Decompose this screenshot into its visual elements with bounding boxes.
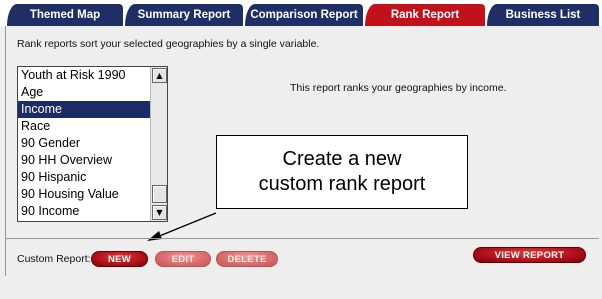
listbox-scrollbar[interactable]: ▲ ▼	[150, 67, 167, 221]
variable-list: Youth at Risk 1990 Age Income Race 90 Ge…	[18, 67, 151, 220]
list-item[interactable]: Age	[18, 84, 151, 101]
callout-box: Create a new custom rank report	[216, 135, 468, 209]
tab-comparison-report[interactable]: Comparison Report	[245, 4, 363, 26]
tab-summary-report[interactable]: Summary Report	[125, 4, 243, 26]
scroll-down-arrow-icon[interactable]: ▼	[152, 205, 167, 220]
custom-report-label: Custom Report:	[17, 253, 91, 265]
list-item[interactable]: 90 Gender	[18, 135, 151, 152]
list-item[interactable]: Race	[18, 118, 151, 135]
scroll-up-arrow-icon[interactable]: ▲	[152, 68, 167, 83]
tab-bar: Themed Map Summary Report Comparison Rep…	[0, 0, 602, 26]
report-description: This report ranks your geographies by in…	[290, 82, 507, 94]
delete-button[interactable]: DELETE	[216, 251, 278, 267]
list-item[interactable]: 90 Housing Value	[18, 186, 151, 203]
callout-line-1: Create a new	[282, 148, 402, 170]
list-item[interactable]: Youth at Risk 1990	[18, 67, 151, 84]
intro-text: Rank reports sort your selected geograph…	[17, 38, 320, 50]
tab-business-list[interactable]: Business List	[487, 4, 599, 26]
callout-line-2: custom rank report	[258, 173, 426, 195]
edit-button[interactable]: EDIT	[155, 251, 211, 267]
tab-themed-map[interactable]: Themed Map	[7, 4, 123, 26]
list-item[interactable]: 90 Hispanic	[18, 169, 151, 186]
list-item[interactable]: 90 HH Overview	[18, 152, 151, 169]
scroll-thumb[interactable]	[152, 185, 167, 203]
new-button[interactable]: NEW	[91, 251, 148, 267]
list-item[interactable]: 90 Income	[18, 203, 151, 220]
tab-rank-report[interactable]: Rank Report	[365, 4, 485, 26]
view-report-button[interactable]: VIEW REPORT	[473, 247, 586, 263]
divider	[5, 238, 599, 239]
list-item-selected[interactable]: Income	[18, 101, 151, 118]
variable-listbox[interactable]: Youth at Risk 1990 Age Income Race 90 Ge…	[17, 66, 168, 222]
